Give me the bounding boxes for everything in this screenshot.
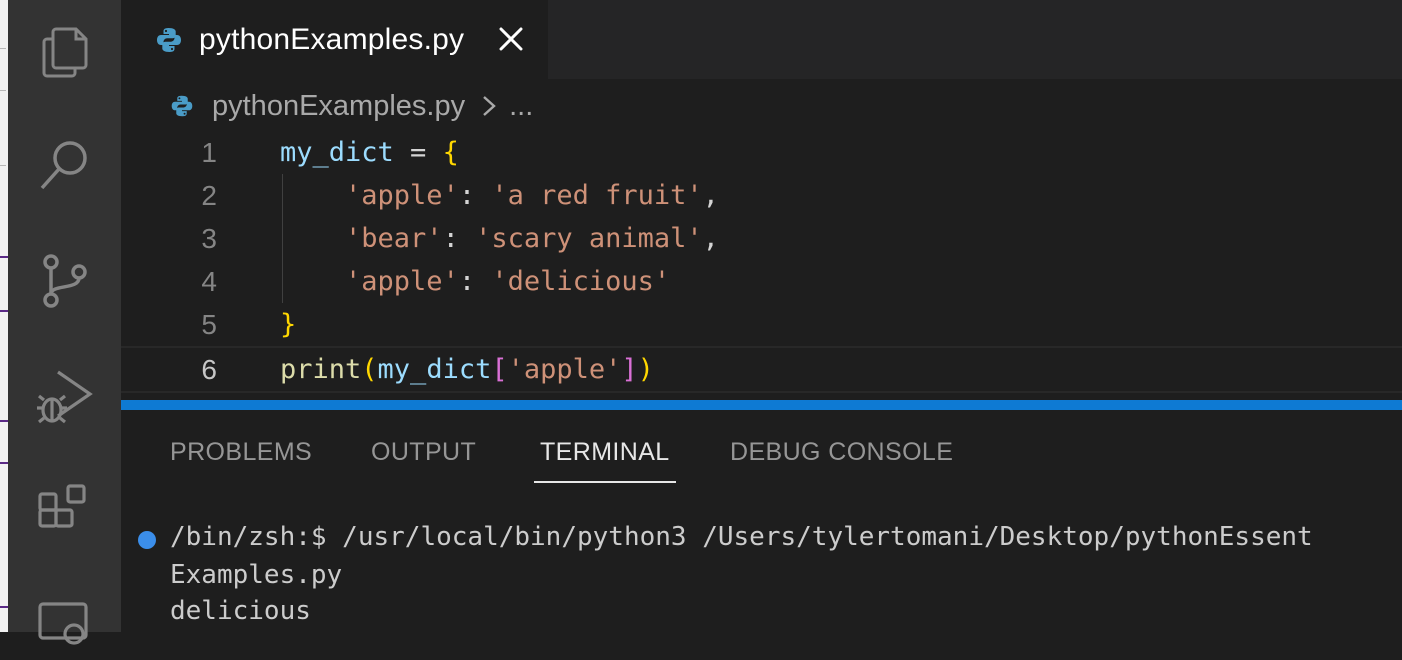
code-line[interactable]: 2 'apple': 'a red fruit',: [121, 174, 1402, 217]
code-text: }: [280, 303, 296, 346]
run-debug-icon[interactable]: [30, 360, 100, 430]
code-token: 'apple': [345, 180, 459, 211]
command-status-dot[interactable]: [138, 531, 156, 549]
tab-label: OUTPUT: [371, 438, 477, 466]
explorer-icon[interactable]: [30, 17, 100, 87]
extensions-icon[interactable]: [30, 476, 100, 546]
code-token: 'a red fruit': [491, 180, 703, 211]
code-line[interactable]: 5}: [121, 303, 1402, 346]
code-text: 'apple': 'a red fruit',: [280, 174, 719, 217]
code-text: 'apple': 'delicious': [280, 260, 670, 303]
line-number: 4: [201, 266, 217, 297]
tab-debug-console[interactable]: DEBUG CONSOLE: [730, 433, 953, 483]
code-token: ,: [702, 180, 719, 211]
editor-tab-active[interactable]: pythonExamples.py: [121, 0, 549, 79]
code-token: ]: [621, 354, 638, 385]
close-icon[interactable]: [494, 22, 528, 56]
code-token: :: [458, 180, 492, 211]
tab-problems[interactable]: PROBLEMS: [170, 433, 312, 483]
tab-terminal[interactable]: TERMINAL: [534, 433, 676, 483]
terminal-line: delicious: [170, 596, 311, 626]
code-token: my_dict: [280, 137, 394, 168]
code-editor[interactable]: 1 my_dict = {2 'apple': 'a red fruit', 3 '…: [121, 131, 1402, 399]
line-number: 5: [201, 309, 217, 340]
code-token: ,: [702, 223, 719, 254]
line-number: 6: [201, 354, 217, 385]
bottom-panel: PROBLEMS OUTPUT TERMINAL DEBUG CONSOLE /…: [121, 410, 1402, 632]
code-text: 'bear': 'scary animal',: [280, 217, 719, 260]
terminal-line: Examples.py: [170, 560, 343, 590]
terminal-line: /bin/zsh:$ /usr/local/bin/python3 /Users…: [170, 522, 1313, 552]
tab-label: TERMINAL: [540, 438, 670, 466]
code-token: print: [280, 354, 362, 385]
code-text: print(my_dict['apple']): [280, 348, 654, 391]
editor-tab-bar: pythonExamples.py: [121, 0, 1402, 79]
python-file-icon: [171, 95, 193, 117]
line-number: 3: [201, 223, 217, 254]
code-token: }: [280, 309, 297, 340]
breadcrumb: pythonExamples.py ...: [170, 86, 533, 126]
panel-border[interactable]: [121, 400, 1402, 410]
remote-explorer-icon[interactable]: [30, 590, 100, 660]
code-token: =: [393, 137, 443, 168]
code-token: {: [442, 137, 459, 168]
code-line[interactable]: 3 'bear': 'scary animal',: [121, 217, 1402, 260]
active-tab-underline: [534, 481, 676, 483]
line-number: 2: [201, 180, 217, 211]
python-file-icon: [157, 27, 181, 52]
source-control-icon[interactable]: [30, 246, 100, 316]
code-line[interactable]: 1 my_dict = {: [121, 131, 1402, 174]
code-text: my_dict = {: [280, 131, 459, 174]
breadcrumb-more[interactable]: ...: [509, 90, 533, 123]
code-line[interactable]: 6 print(my_dict['apple']): [121, 346, 1402, 393]
code-token: ): [637, 354, 654, 385]
background-window-edge: [0, 0, 8, 632]
code-token: 'scary animal': [475, 223, 703, 254]
code-token: :: [458, 266, 492, 297]
activity-bar: [8, 0, 121, 645]
code-line[interactable]: 4 'apple': 'delicious': [121, 260, 1402, 303]
tab-filename: pythonExamples.py: [199, 22, 465, 56]
breadcrumb-file[interactable]: pythonExamples.py: [212, 90, 465, 123]
search-icon[interactable]: [30, 130, 100, 200]
code-token: 'apple': [507, 354, 622, 385]
code-token: 'delicious': [491, 266, 671, 297]
chevron-right-icon: [483, 96, 496, 116]
code-token: 'bear': [345, 223, 443, 254]
code-token: 'apple': [345, 266, 459, 297]
tab-output[interactable]: OUTPUT: [371, 433, 476, 483]
code-token: (: [361, 354, 378, 385]
code-token: :: [442, 223, 476, 254]
code-token: my_dict: [377, 354, 492, 385]
tab-label: DEBUG CONSOLE: [730, 438, 954, 466]
line-number: 1: [201, 137, 217, 168]
code-token: [: [491, 354, 508, 385]
tab-label: PROBLEMS: [170, 438, 313, 466]
